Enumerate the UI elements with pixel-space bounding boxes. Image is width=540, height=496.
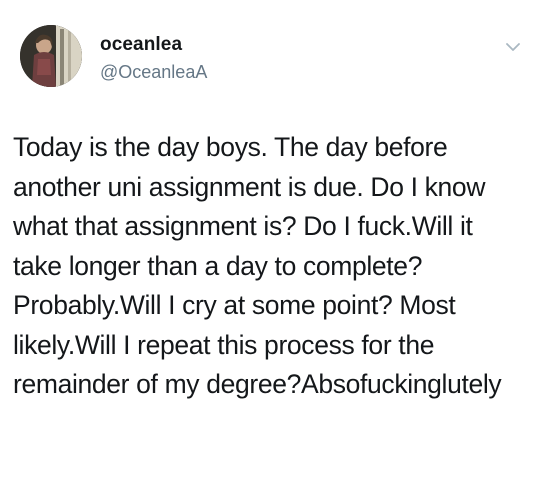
author-handle[interactable]: @OceanleaA: [100, 62, 207, 83]
tweet-text: Today is the day boys. The day before an…: [13, 132, 502, 399]
profile-photo: [20, 25, 82, 87]
tweet-card: oceanlea @OceanleaA Today is the day boy…: [0, 0, 540, 496]
chevron-down-icon[interactable]: [502, 36, 524, 58]
author-display-name[interactable]: oceanlea: [100, 34, 182, 56]
avatar[interactable]: [20, 25, 82, 87]
